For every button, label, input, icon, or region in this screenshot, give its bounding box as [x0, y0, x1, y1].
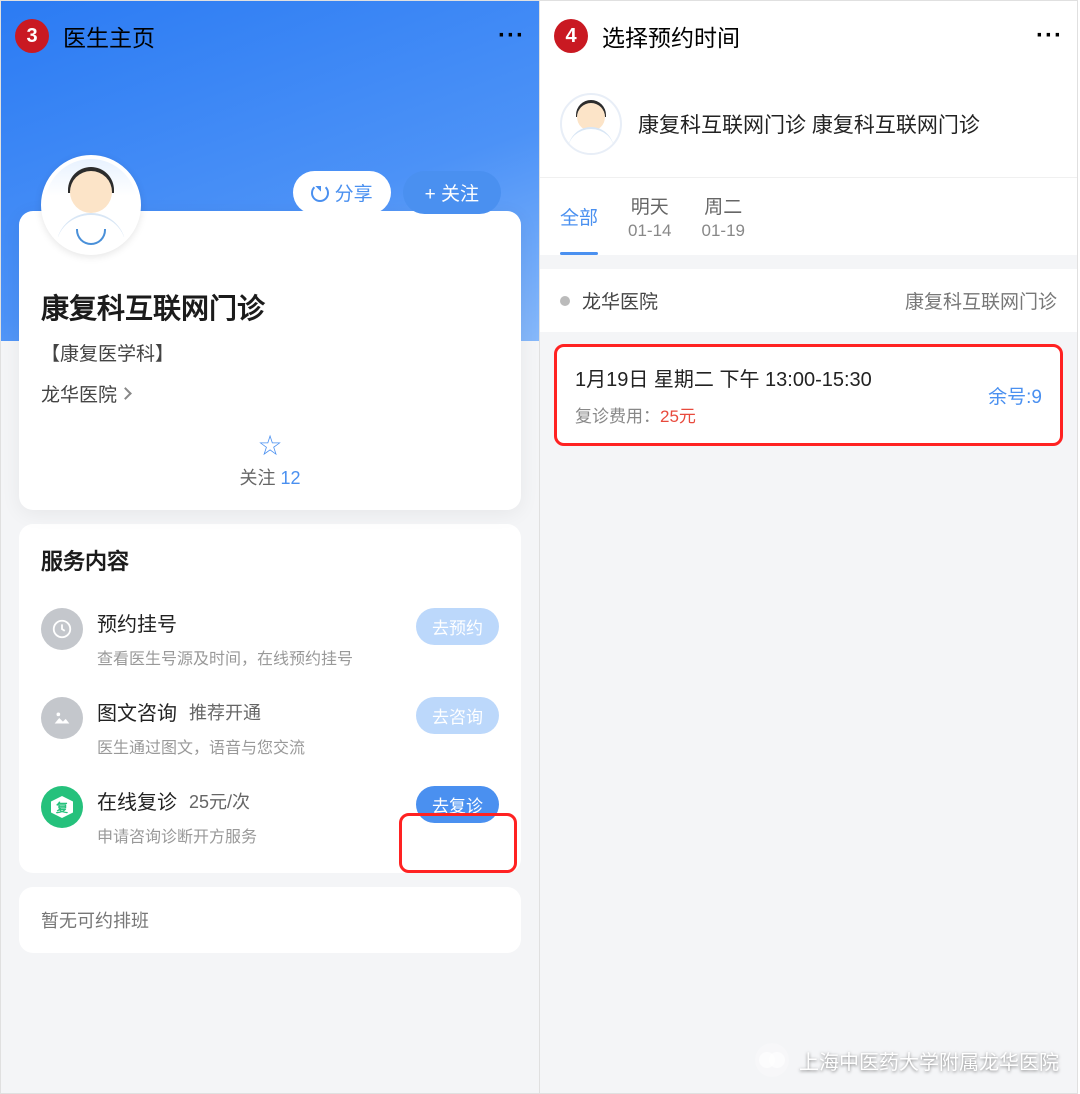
service-action-button[interactable]: 去咨询	[416, 697, 499, 734]
service-name: 在线复诊	[97, 786, 177, 815]
service-name: 图文咨询	[97, 697, 177, 726]
service-desc: 查看医生号源及时间，在线预约挂号	[97, 645, 402, 669]
service-item: 图文咨询推荐开通医生通过图文，语音与您交流去咨询	[41, 683, 499, 772]
service-icon	[41, 697, 83, 739]
more-icon[interactable]: ···	[1036, 22, 1063, 50]
share-icon	[311, 184, 329, 202]
service-action-button[interactable]: 去预约	[416, 608, 499, 645]
step-badge: 4	[554, 19, 588, 53]
service-icon	[41, 608, 83, 650]
service-extra: 25元/次	[189, 788, 250, 814]
service-desc: 申请咨询诊断开方服务	[97, 823, 402, 847]
doctor-name: 康复科互联网门诊	[41, 287, 499, 327]
location-name: 龙华医院	[582, 287, 658, 314]
doctor-avatar	[41, 155, 141, 255]
more-icon[interactable]: ···	[498, 22, 525, 50]
doctor-avatar	[560, 93, 622, 155]
time-slot-card[interactable]: 1月19日 星期二 下午 13:00-15:30 复诊费用：25元 余号:9	[554, 344, 1063, 446]
follow-stat: ☆ 关注 12	[41, 429, 499, 490]
location-dot-icon	[560, 296, 570, 306]
date-tab[interactable]: 明天01-14	[628, 178, 671, 255]
step-badge: 3	[15, 19, 49, 53]
share-button[interactable]: 分享	[293, 171, 391, 214]
wechat-icon	[755, 1043, 789, 1077]
star-icon: ☆	[257, 429, 282, 462]
doctor-header-title: 康复科互联网门诊 康复科互联网门诊	[638, 109, 980, 139]
service-desc: 医生通过图文，语音与您交流	[97, 734, 402, 758]
slot-datetime: 1月19日 星期二 下午 13:00-15:30	[575, 363, 988, 392]
date-tab[interactable]: 周二01-19	[702, 178, 745, 255]
nav-title: 选择预约时间	[602, 19, 740, 53]
date-tab[interactable]: 全部	[560, 178, 598, 255]
nav-bar: 4 选择预约时间 ···	[540, 1, 1077, 71]
location-dept: 康复科互联网门诊	[905, 287, 1057, 314]
service-name: 预约挂号	[97, 608, 177, 637]
location-row: 龙华医院 康复科互联网门诊	[540, 269, 1077, 332]
service-icon: 复	[41, 786, 83, 828]
service-item: 预约挂号查看医生号源及时间，在线预约挂号去预约	[41, 594, 499, 683]
service-extra: 推荐开通	[189, 699, 261, 725]
highlight-revisit-button	[399, 813, 517, 873]
watermark: 上海中医药大学附属龙华医院	[755, 1043, 1059, 1077]
follow-button[interactable]: + 关注	[403, 171, 501, 214]
empty-schedule-note: 暂无可约排班	[19, 887, 521, 953]
slot-fee: 复诊费用：25元	[575, 402, 988, 427]
nav-title: 医生主页	[63, 19, 155, 53]
date-tabs: 全部明天01-14 周二01-19	[540, 177, 1077, 255]
doctor-header: 康复科互联网门诊 康复科互联网门诊	[540, 71, 1077, 177]
nav-bar: 3 医生主页 ···	[1, 1, 539, 71]
slot-remaining: 余号:9	[988, 382, 1042, 409]
hospital-link[interactable]: 龙华医院	[41, 380, 499, 407]
dept-tag: 【康复医学科】	[41, 339, 499, 366]
doctor-card: 分享 + 关注 康复科互联网门诊 【康复医学科】 龙华医院 ☆ 关注 12	[19, 211, 521, 510]
chevron-right-icon	[119, 387, 132, 400]
section-title: 服务内容	[41, 544, 499, 576]
